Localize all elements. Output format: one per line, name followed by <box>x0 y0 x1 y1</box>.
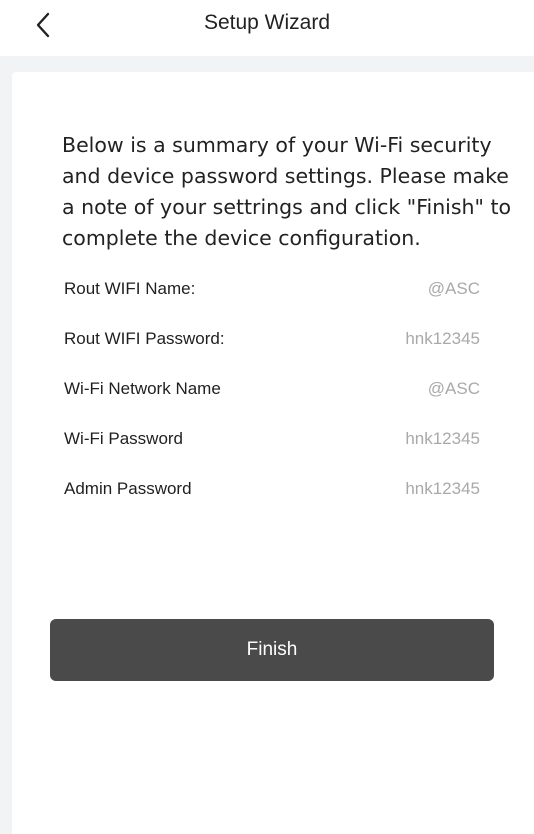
setting-value: @ASC <box>427 279 480 298</box>
setting-label: Wi-Fi Password <box>64 429 184 448</box>
setting-row-wifi-network-name: Wi-Fi Network Name @ASC <box>64 364 480 414</box>
setting-value: @ASC <box>427 379 480 398</box>
setting-label: Rout WIFI Password: <box>64 329 225 348</box>
summary-text: Below is a summary of your Wi-Fi securit… <box>62 133 512 250</box>
header-bar: Setup Wizard <box>0 0 534 56</box>
setting-label: Rout WIFI Name: <box>64 279 196 298</box>
setting-value: hnk12345 <box>405 479 480 498</box>
setting-row-rout-wifi-password: Rout WIFI Password: hnk12345 <box>64 314 480 364</box>
setting-row-admin-password: Admin Password hnk12345 <box>64 464 480 514</box>
page-title: Setup Wizard <box>203 11 331 34</box>
setting-label: Wi-Fi Network Name <box>64 379 221 398</box>
setting-row-wifi-password: Wi-Fi Password hnk12345 <box>64 414 480 464</box>
setting-row-rout-wifi-name: Rout WIFI Name: @ASC <box>64 264 480 314</box>
setting-label: Admin Password <box>64 479 192 498</box>
finish-button[interactable]: Finish <box>50 619 494 681</box>
setting-value: hnk12345 <box>405 429 480 448</box>
settings-list: Rout WIFI Name: @ASC Rout WIFI Password:… <box>64 264 480 514</box>
setting-value: hnk12345 <box>405 329 480 348</box>
